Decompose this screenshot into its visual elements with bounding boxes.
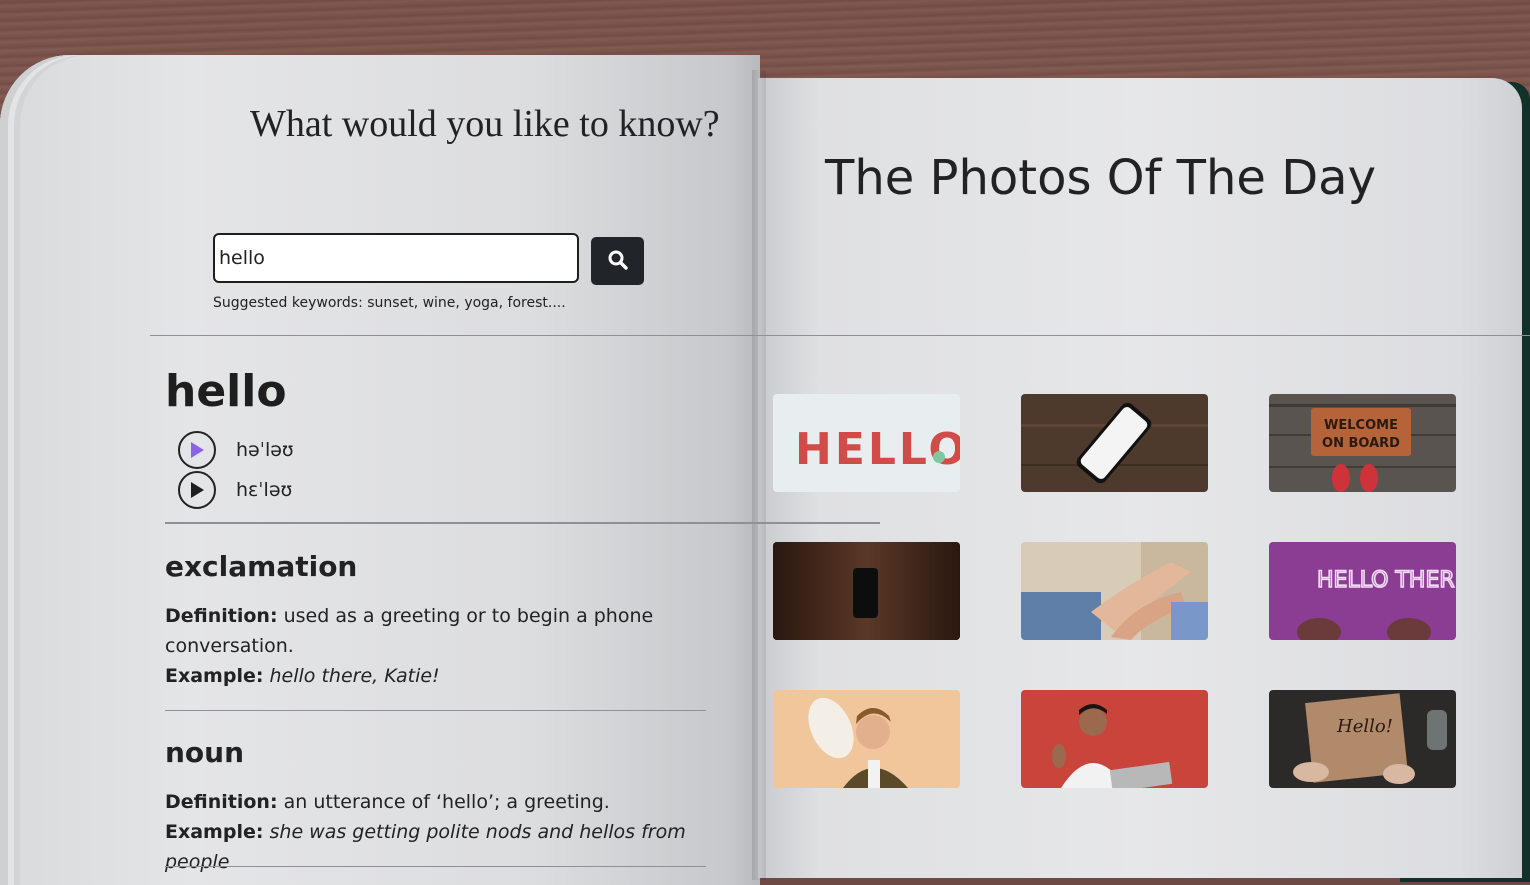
book-spine (752, 70, 766, 880)
example-label: Example: (165, 821, 264, 843)
photo-thumbnail[interactable] (1021, 394, 1208, 492)
search-heading: What would you like to know? (250, 103, 720, 145)
play-audio-button[interactable] (178, 431, 216, 469)
photo-text: HELLO THERE (1317, 568, 1456, 593)
definition-label: Definition: (165, 791, 278, 813)
phonetic-text: hɛˈləʊ (236, 479, 293, 501)
entry-word: hello (165, 366, 287, 417)
play-icon (191, 442, 204, 458)
example-label: Example: (165, 665, 264, 687)
play-audio-button[interactable] (178, 471, 216, 509)
search-input[interactable] (213, 233, 579, 283)
svg-text:ON BOARD: ON BOARD (1322, 436, 1400, 451)
example-text: hello there, Katie! (269, 665, 440, 687)
photo-thumbnail[interactable] (1021, 690, 1208, 788)
photo-text: HELLO (795, 424, 960, 475)
search-icon (608, 250, 628, 273)
left-page (0, 55, 760, 885)
play-icon (191, 482, 204, 498)
divider (165, 710, 706, 711)
phonetic-text: həˈləʊ (236, 439, 294, 461)
photo-thumbnail[interactable]: Hello! (1269, 690, 1456, 788)
definition-text: an utterance of ‘hello’; a greeting. (283, 791, 610, 813)
divider (150, 335, 1530, 336)
photo-thumbnail[interactable] (1021, 542, 1208, 640)
phonetic-row: hɛˈləʊ (178, 471, 292, 509)
photo-thumbnail[interactable] (773, 690, 960, 788)
divider (165, 522, 880, 524)
divider (165, 866, 706, 867)
suggested-keywords: Suggested keywords: sunset, wine, yoga, … (213, 295, 566, 311)
photos-title: The Photos Of The Day (825, 150, 1376, 206)
photo-thumbnail[interactable]: HELLO THERE (1269, 542, 1456, 640)
photo-thumbnail[interactable] (773, 542, 960, 640)
phonetic-row: həˈləʊ (178, 431, 294, 469)
svg-text:WELCOME: WELCOME (1324, 418, 1398, 433)
definition-block: Definition: an utterance of ‘hello’; a g… (165, 787, 725, 877)
photo-thumbnail[interactable]: HELLO (773, 394, 960, 492)
photo-thumbnail[interactable]: WELCOME ON BOARD (1269, 394, 1456, 492)
definition-block: Definition: used as a greeting or to beg… (165, 601, 685, 691)
part-of-speech: noun (165, 736, 245, 769)
svg-text:Hello!: Hello! (1336, 716, 1393, 737)
definition-label: Definition: (165, 605, 278, 627)
part-of-speech: exclamation (165, 550, 358, 583)
search-button[interactable] (591, 237, 644, 285)
